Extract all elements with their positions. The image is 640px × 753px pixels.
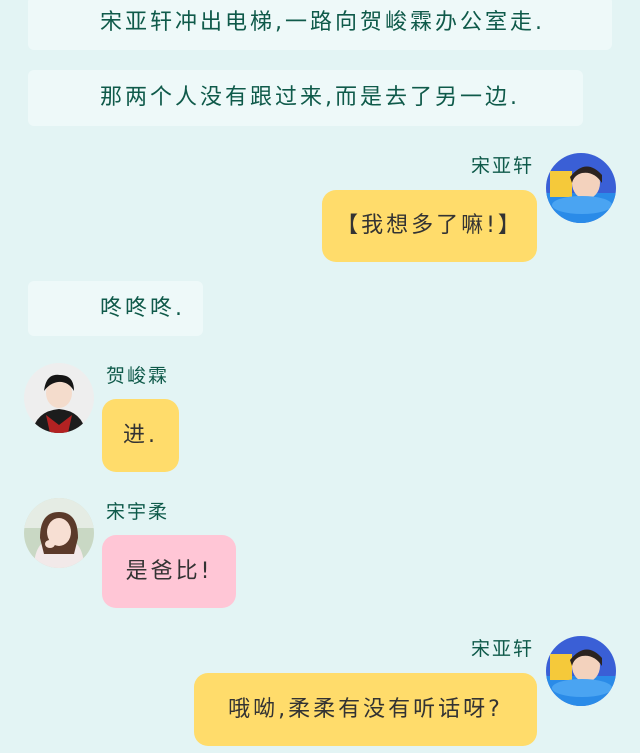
avatar[interactable] bbox=[24, 363, 94, 433]
message-text: 哦呦,柔柔有没有听话呀? bbox=[228, 696, 503, 722]
sender-name: 宋亚轩 bbox=[471, 155, 535, 177]
message-bubble: 哦呦,柔柔有没有听话呀? bbox=[194, 673, 537, 746]
avatar[interactable] bbox=[546, 636, 616, 706]
message-bubble: 是爸比! bbox=[102, 535, 236, 608]
message-text: 是爸比! bbox=[125, 558, 213, 584]
narration-box: 宋亚轩冲出电梯,一路向贺峻霖办公室走. bbox=[28, 0, 612, 50]
message-bubble: 【我想多了嘛!】 bbox=[322, 190, 537, 262]
narration-text: 那两个人没有跟过来,而是去了另一边. bbox=[100, 85, 520, 110]
sender-name: 宋宇柔 bbox=[106, 501, 170, 523]
avatar[interactable] bbox=[546, 153, 616, 223]
message-bubble: 进. bbox=[102, 399, 179, 472]
message-text: 【我想多了嘛!】 bbox=[336, 213, 523, 238]
narration-text: 咚咚咚. bbox=[100, 295, 185, 321]
sender-name: 贺峻霖 bbox=[106, 365, 170, 387]
avatar[interactable] bbox=[24, 498, 94, 568]
narration-box: 咚咚咚. bbox=[28, 281, 203, 336]
narration-box: 那两个人没有跟过来,而是去了另一边. bbox=[28, 70, 583, 126]
message-text: 进. bbox=[123, 422, 158, 448]
narration-text: 宋亚轩冲出电梯,一路向贺峻霖办公室走. bbox=[100, 10, 545, 35]
sender-name: 宋亚轩 bbox=[471, 638, 535, 660]
chat-window: 宋亚轩冲出电梯,一路向贺峻霖办公室走. 那两个人没有跟过来,而是去了另一边. 宋… bbox=[0, 0, 640, 753]
